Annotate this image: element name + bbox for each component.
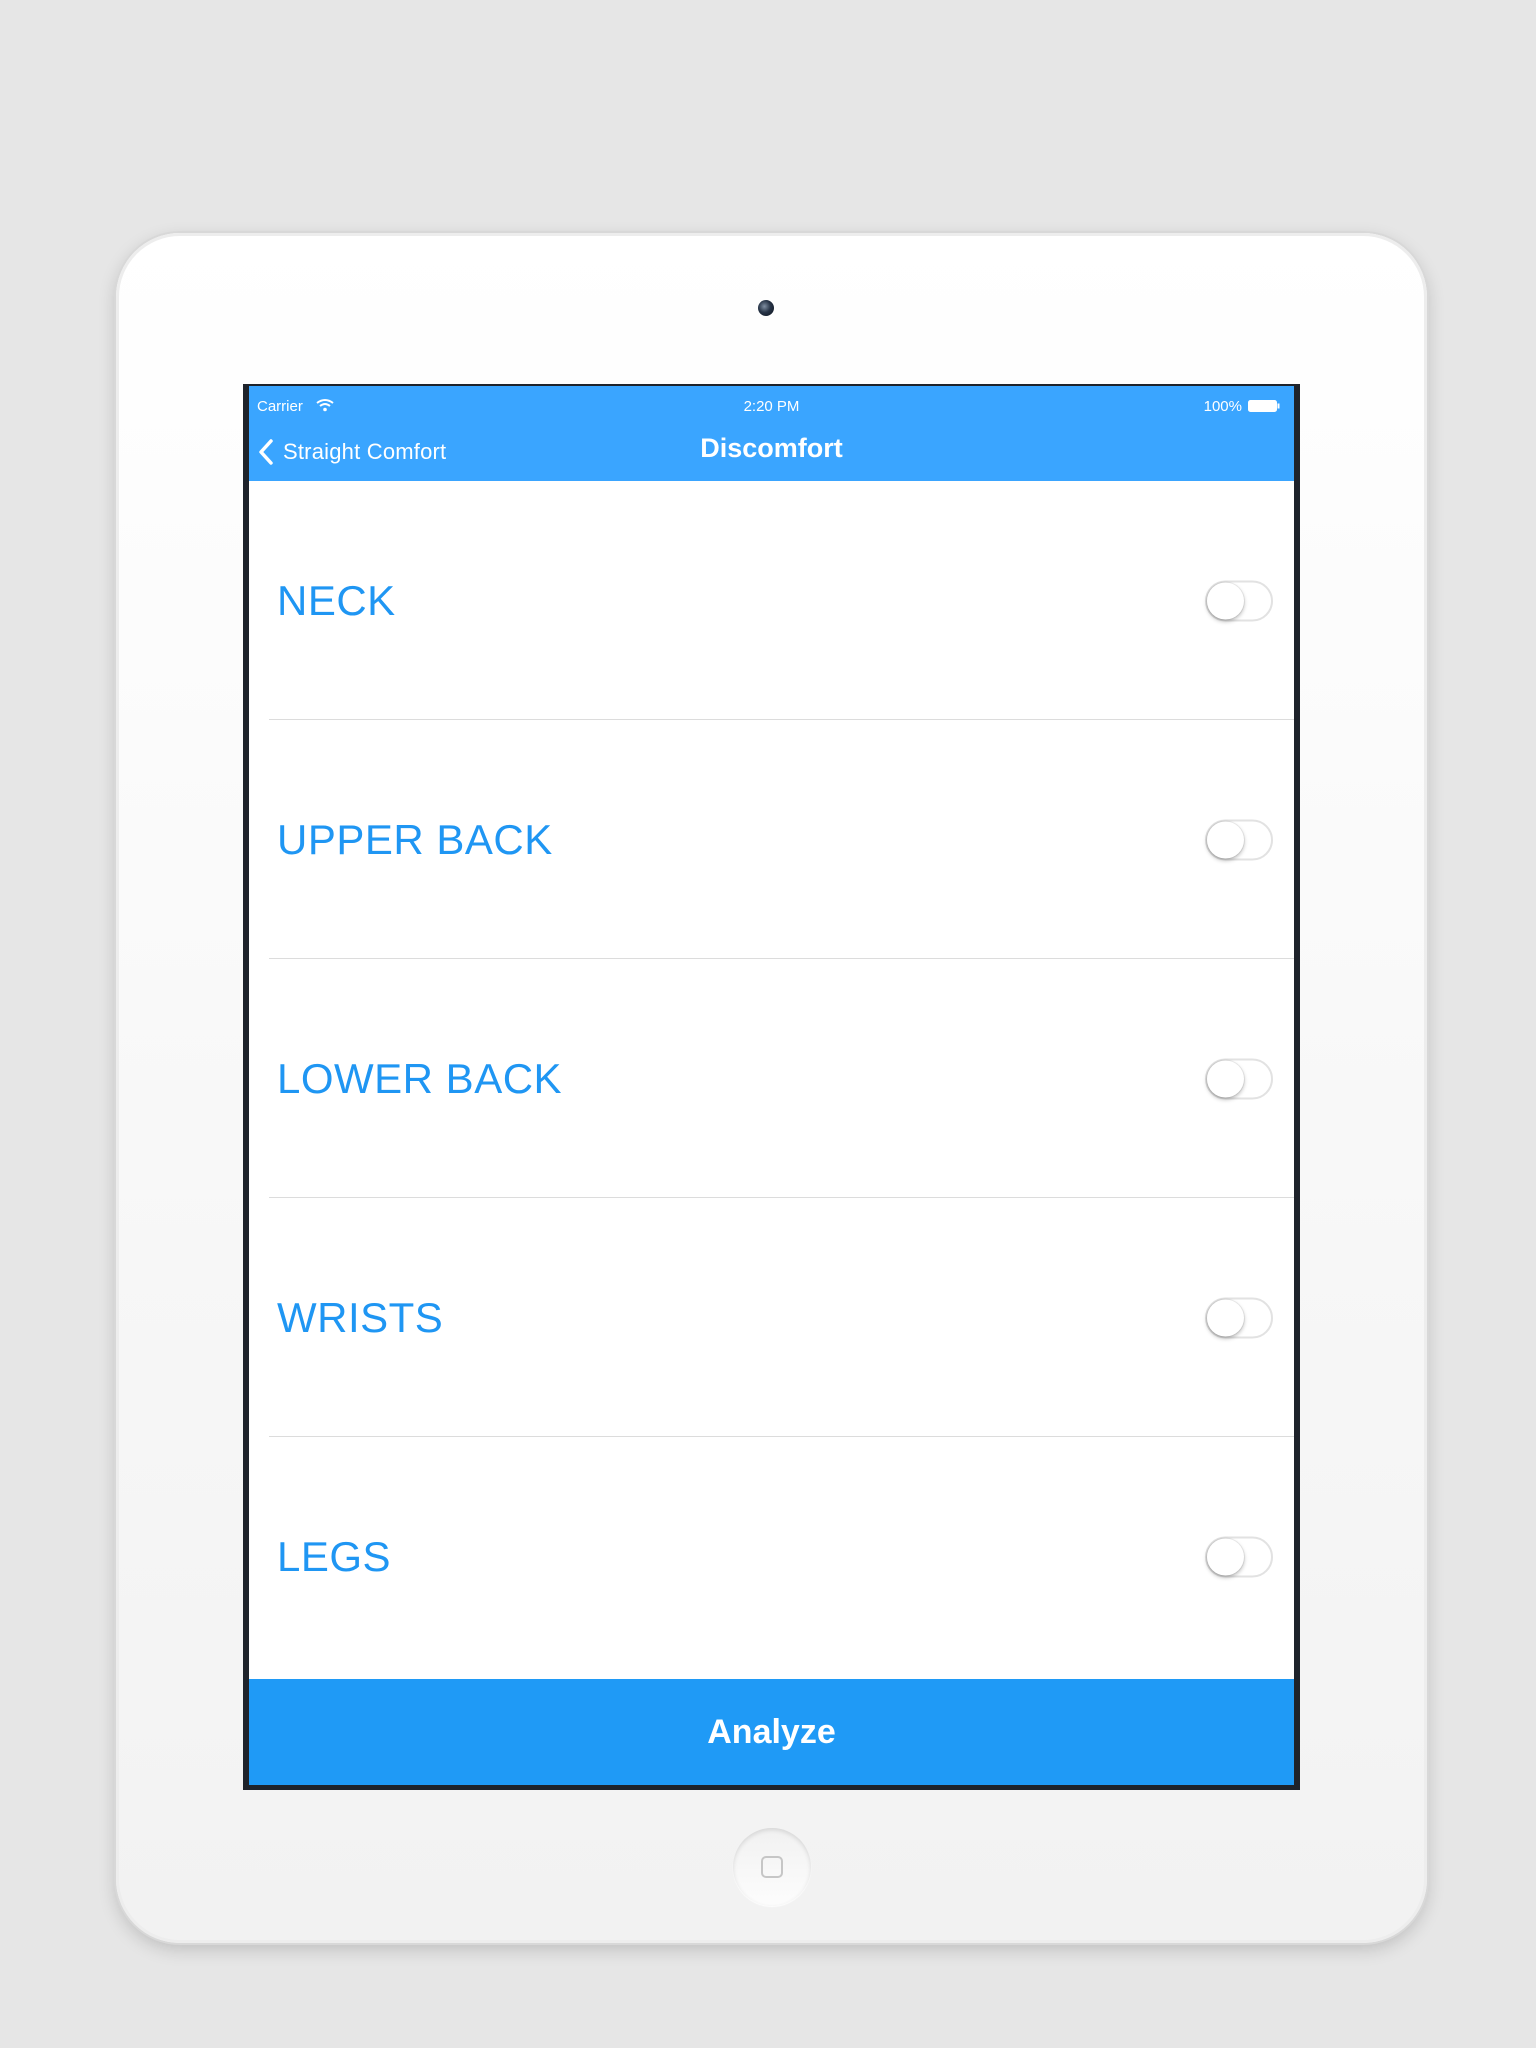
- home-square-icon: [761, 1856, 783, 1878]
- list-item-wrists: WRISTS: [249, 1198, 1294, 1437]
- toggle-knob: [1207, 582, 1244, 619]
- list-item-legs: LEGS: [249, 1437, 1294, 1676]
- list-item-neck: NECK: [249, 481, 1294, 720]
- list-item-label: UPPER BACK: [277, 815, 553, 863]
- analyze-button[interactable]: Analyze: [249, 1679, 1294, 1785]
- list-item-label: WRISTS: [277, 1293, 444, 1341]
- list-item-upper-back: UPPER BACK: [249, 720, 1294, 959]
- status-battery-percent: 100%: [1203, 398, 1242, 415]
- page-title: Discomfort: [700, 433, 843, 463]
- legs-toggle[interactable]: [1205, 1536, 1273, 1577]
- camera-icon: [758, 300, 774, 316]
- upper-back-toggle[interactable]: [1205, 819, 1273, 860]
- battery-icon: [1248, 400, 1280, 412]
- lower-back-toggle[interactable]: [1205, 1058, 1273, 1099]
- toggle-knob: [1207, 1299, 1244, 1336]
- home-button[interactable]: [733, 1828, 811, 1906]
- list-item-lower-back: LOWER BACK: [249, 959, 1294, 1198]
- toggle-knob: [1207, 1060, 1244, 1097]
- status-time: 2:20 PM: [743, 398, 800, 415]
- list-item-label: LEGS: [277, 1532, 392, 1580]
- list-item-label: LOWER BACK: [277, 1054, 563, 1102]
- neck-toggle[interactable]: [1205, 580, 1273, 621]
- wrists-toggle[interactable]: [1205, 1297, 1273, 1338]
- app-screen: Carrier 2:20 PM 100% Straight Comfort Di…: [249, 386, 1294, 1785]
- toggle-knob: [1207, 1538, 1244, 1575]
- navigation-bar: Carrier 2:20 PM 100% Straight Comfort Di…: [249, 386, 1294, 481]
- list-item-label: NECK: [277, 576, 396, 624]
- toggle-knob: [1207, 821, 1244, 858]
- discomfort-list: NECK UPPER BACK LOWER BACK WRISTS LEGS: [249, 481, 1294, 1676]
